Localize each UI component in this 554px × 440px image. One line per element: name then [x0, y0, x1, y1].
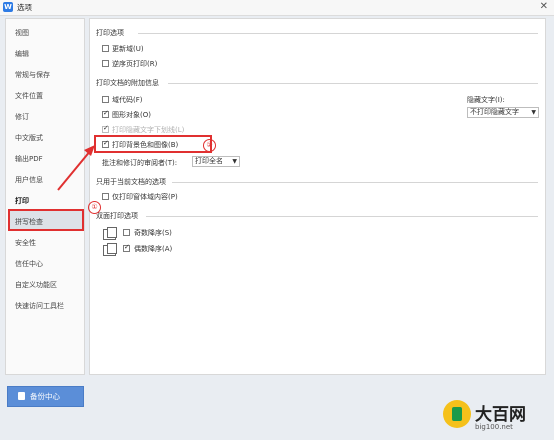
sidebar-item-edit[interactable]: 编辑: [15, 49, 29, 59]
sidebar-item-security[interactable]: 安全性: [15, 238, 36, 248]
even-pages-icon: [103, 243, 117, 256]
sidebar-item-file-location[interactable]: 文件位置: [15, 91, 43, 101]
update-fields-label: 更新域(U): [112, 45, 144, 53]
print-options-header: 打印选项: [96, 29, 124, 37]
watermark: 大百网 big100.net: [443, 398, 551, 438]
reviewer-label: 批注和修订的审阅者(T):: [102, 159, 178, 167]
hidden-text-underline-label: 打印隐藏文字下划线(L): [112, 126, 185, 134]
sidebar-item-revision[interactable]: 修订: [15, 112, 29, 122]
even-reverse-label: 偶数降序(A): [134, 245, 173, 253]
field-codes-checkbox[interactable]: [102, 96, 109, 103]
divider: [168, 83, 538, 84]
form-fields-only-label: 仅打印窗体域内容(P): [112, 193, 178, 201]
options-panel: 打印选项 更新域(U) 逆序页打印(R) 打印文档的附加信息 域代码(F) 图形…: [89, 18, 546, 375]
sidebar-item-trust-center[interactable]: 信任中心: [15, 259, 43, 269]
sidebar-item-spelling[interactable]: 拼写检查: [15, 217, 43, 227]
reverse-order-checkbox[interactable]: [102, 60, 109, 67]
form-fields-only-checkbox[interactable]: [102, 193, 109, 200]
sidebar-item-view[interactable]: 视图: [15, 28, 29, 38]
close-icon[interactable]: ✕: [540, 1, 548, 13]
drawing-objects-label: 图形对象(O): [112, 111, 151, 119]
window-title: 选项: [17, 3, 32, 12]
divider: [172, 182, 538, 183]
step-1-marker: ①: [88, 201, 101, 214]
print-background-checkbox[interactable]: [102, 139, 109, 148]
sidebar-item-output-pdf[interactable]: 输出PDF: [15, 154, 43, 164]
sidebar-item-print[interactable]: 打印: [15, 196, 29, 206]
sidebar-item-general[interactable]: 常规与保存: [15, 70, 50, 80]
divider: [146, 216, 538, 217]
sidebar-item-user-info[interactable]: 用户信息: [15, 175, 43, 185]
even-reverse-checkbox[interactable]: [123, 243, 130, 252]
odd-reverse-checkbox[interactable]: [123, 229, 130, 236]
sidebar-item-chinese-layout[interactable]: 中文版式: [15, 133, 43, 143]
duplex-header: 双面打印选项: [96, 212, 138, 220]
divider: [138, 33, 538, 34]
title-bar: W 选项 ✕: [0, 0, 554, 16]
field-codes-label: 域代码(F): [112, 96, 143, 104]
watermark-url: big100.net: [475, 423, 513, 431]
dropdown-arrow-icon: ▼: [531, 109, 536, 116]
dropdown-arrow-icon: ▼: [232, 158, 237, 165]
print-background-label: 打印背景色和图像(B): [112, 141, 179, 149]
brand-logo-icon: [443, 400, 471, 428]
hidden-text-label: 隐藏文字(I):: [467, 96, 505, 104]
hidden-text-underline-checkbox[interactable]: [102, 124, 109, 133]
drawing-objects-checkbox[interactable]: [102, 109, 109, 118]
sidebar-item-quick-access[interactable]: 快速访问工具栏: [15, 301, 64, 311]
backup-center-button[interactable]: 备份中心: [7, 386, 84, 407]
attached-info-header: 打印文档的附加信息: [96, 79, 159, 87]
backup-icon: [18, 392, 25, 400]
update-fields-checkbox[interactable]: [102, 45, 109, 52]
reviewer-select[interactable]: 打印全名 ▼: [192, 156, 240, 167]
odd-reverse-label: 奇数降序(S): [134, 229, 172, 237]
odd-pages-icon: [103, 227, 117, 240]
hidden-text-select[interactable]: 不打印隐藏文字 ▼: [467, 107, 539, 118]
wps-app-icon: W: [3, 2, 13, 12]
reverse-order-label: 逆序页打印(R): [112, 60, 158, 68]
current-doc-header: 只用于当前文档的选项: [96, 178, 166, 186]
sidebar: 视图 编辑 常规与保存 文件位置 修订 中文版式 输出PDF 用户信息 打印 拼…: [5, 18, 85, 375]
step-2-marker: ②: [203, 139, 216, 152]
sidebar-item-customize-ribbon[interactable]: 自定义功能区: [15, 280, 57, 290]
watermark-brand: 大百网: [475, 405, 526, 425]
